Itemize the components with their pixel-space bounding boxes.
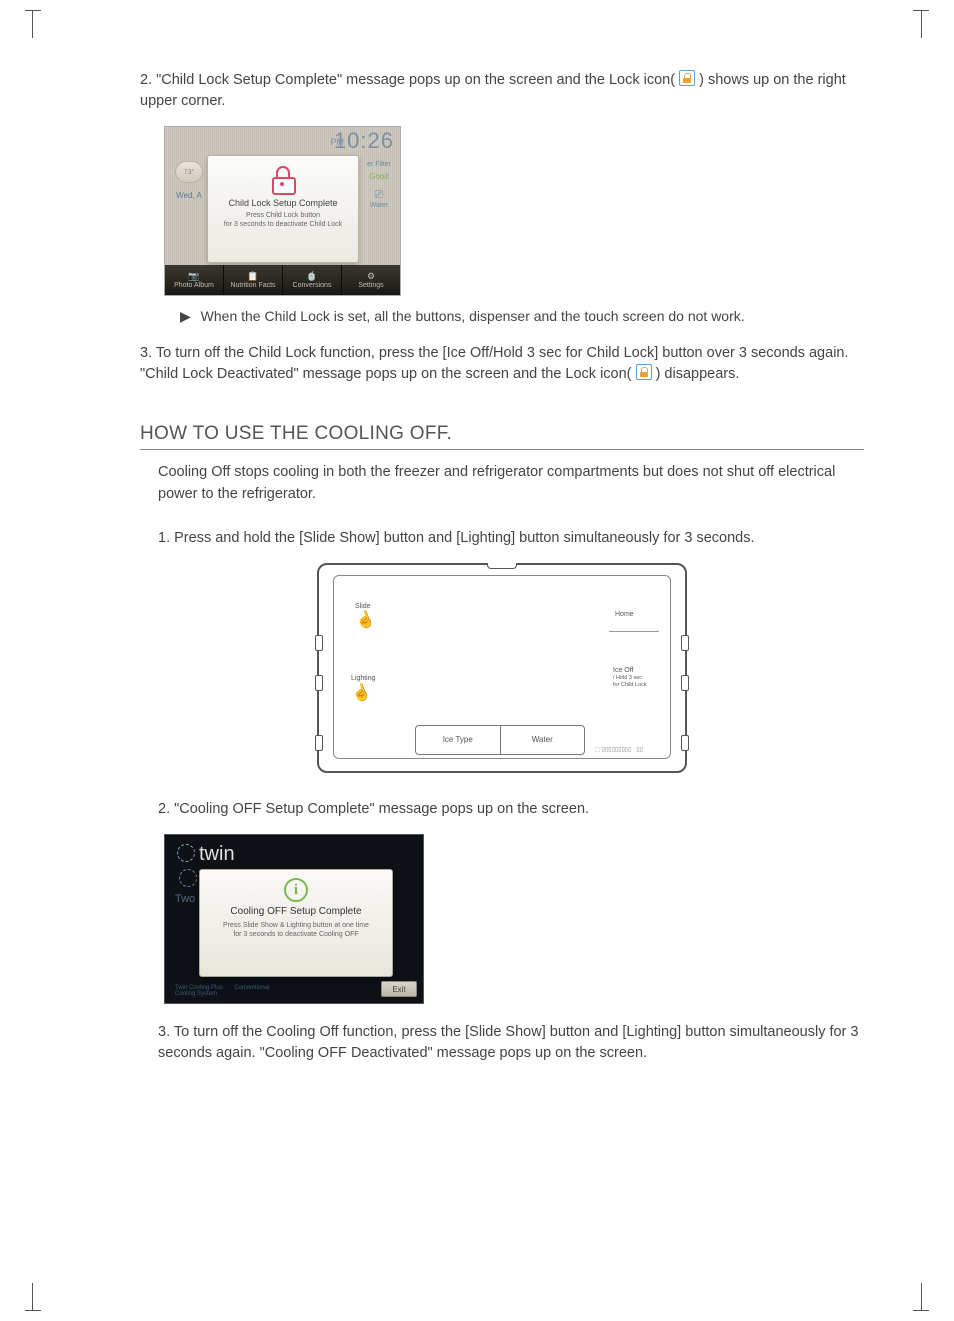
step-number: 3. [158,1024,170,1040]
gear-icon: ⚙ [367,272,375,281]
lighting-button: Lighting ☝ [349,673,391,697]
cooling-step-3: 3. To turn off the Cooling Off function,… [158,1022,864,1064]
section-heading: HOW TO USE THE COOLING OFF. [140,423,864,450]
panel-slot [315,635,323,651]
ice-type-button: Ice Type [416,726,501,754]
note-row: ▶ When the Child Lock is set, all the bu… [180,308,864,325]
water-label: Water [361,202,397,209]
info-icon: i [284,878,308,902]
step-number: 2. [158,801,170,817]
swirl-icon [179,869,197,887]
panel-diagram-wrap: Slide ☝ Lighting ☝ Home Ice Off / Hold 3… [140,563,864,773]
panel-slot [681,675,689,691]
lock-icon [679,70,695,86]
lock-icon [270,166,296,192]
section-intro: Cooling Off stops cooling in both the fr… [158,462,864,506]
tab-conversions: 🍵Conversions [283,265,342,295]
panel-notch [487,563,517,569]
home-button: Home [613,607,653,621]
date-label: Wed, A [170,191,208,200]
camera-icon: 📷 [188,272,199,281]
bottom-labels: Twin Cooling Plus Conventional Cooling S… [175,985,269,997]
dispenser-buttons: Ice Type Water [415,725,585,755]
panel-slot [315,675,323,691]
filter-label: er Filter [361,161,397,168]
step-text: ) disappears. [656,366,740,382]
step-text: "Child Lock Setup Complete" message pops… [156,72,679,88]
step-number: 3. [140,345,152,361]
swirl-icon [177,844,195,862]
cooling-off-popup: i Cooling OFF Setup Complete Press Slide… [199,869,393,977]
water-icon: ⎚ [361,189,397,202]
triangle-icon: ▶ [180,308,191,325]
screenshot-child-lock: PM 10:26 73° Wed, A er Filter Good ⎚ Wat… [164,126,401,296]
cooling-step-2: 2. "Cooling OFF Setup Complete" message … [158,799,864,820]
left-widgets: 73° Wed, A [170,161,208,200]
exit-button: Exit [381,981,417,997]
slide-show-button: Slide ☝ [353,601,389,625]
child-lock-popup: Child Lock Setup Complete Press Child Lo… [207,155,359,263]
ice-off-button: Ice Off / Hold 3 sec for Child Lock [611,665,655,693]
step-text: To turn off the Cooling Off function, pr… [158,1024,858,1061]
step-text: "Cooling OFF Setup Complete" message pop… [174,801,589,817]
manual-page: 2. "Child Lock Setup Complete" message p… [0,0,954,1138]
time-ampm: PM [331,137,345,147]
note-text: When the Child Lock is set, all the butt… [201,308,745,324]
panel-diagram: Slide ☝ Lighting ☝ Home Ice Off / Hold 3… [317,563,687,773]
tab-nutrition: 📋Nutrition Facts [224,265,283,295]
step-3: 3. To turn off the Child Lock function, … [140,343,864,385]
screen-body: 73° Wed, A er Filter Good ⎚ Water Child … [165,155,400,265]
step-number: 2. [140,72,152,88]
popup-title: Cooling OFF Setup Complete [200,906,392,917]
popup-subtitle: Press Slide Show & Lighting button at on… [200,921,392,940]
twin-logo: twin [177,843,235,866]
temp-badge: 73° [175,161,203,183]
filter-status: Good [361,172,397,181]
step-text: Press and hold the [Slide Show] button a… [174,530,754,546]
panel-slot [681,635,689,651]
popup-title: Child Lock Setup Complete [208,198,358,208]
screenshot-cooling-off: twin Two sep i Cooling OFF Setup Complet… [164,834,424,1004]
step-number: 1. [158,530,170,546]
popup-subtitle: Press Child Lock button for 3 seconds to… [208,211,358,229]
panel-slot [681,735,689,751]
cup-icon: 🍵 [306,272,317,281]
list-icon: 📋 [247,272,258,281]
step-2: 2. "Child Lock Setup Complete" message p… [140,70,864,112]
panel-slot [315,735,323,751]
step-text: To turn off the Child Lock function, pre… [140,345,849,382]
water-button: Water [501,726,585,754]
tab-photo-album: 📷Photo Album [165,265,224,295]
status-bar: PM 10:26 [165,127,400,155]
bottom-tabs: 📷Photo Album 📋Nutrition Facts 🍵Conversio… [165,265,400,295]
right-widgets: er Filter Good ⎚ Water [361,161,397,209]
cooling-step-1: 1. Press and hold the [Slide Show] butto… [158,528,864,549]
model-label: ⬚ ▯▯▯▯▯▯▯▯▯ ▯▯ [594,746,643,753]
divider [609,631,659,632]
lock-icon [636,364,652,380]
tab-settings: ⚙Settings [342,265,400,295]
